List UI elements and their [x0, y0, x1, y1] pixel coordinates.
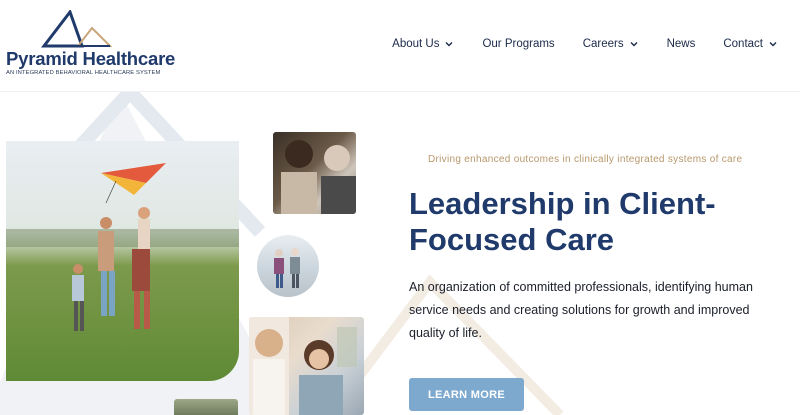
care-team-photo	[273, 132, 356, 214]
brand-tagline: AN INTEGRATED BEHAVIORAL HEALTHCARE SYST…	[6, 70, 161, 76]
family-kite-illustration	[6, 163, 239, 331]
chevron-down-icon	[445, 42, 453, 47]
nav-item-careers[interactable]: Careers	[583, 38, 639, 50]
chevron-down-icon	[769, 42, 777, 47]
page: Pyramid Healthcare AN INTEGRATED BEHAVIO…	[0, 0, 800, 415]
nav-item-about-us[interactable]: About Us	[392, 38, 454, 50]
nav-item-contact[interactable]: Contact	[723, 38, 778, 50]
pyramid-logo-icon	[40, 10, 113, 48]
nav-label: About Us	[392, 38, 440, 50]
chevron-down-icon	[630, 42, 638, 47]
nav-label: Careers	[582, 38, 624, 50]
counseling-session-illustration	[249, 317, 357, 415]
nav-item-our-programs[interactable]: Our Programs	[482, 38, 554, 50]
hero-description: An organization of committed professiona…	[409, 280, 753, 340]
counseling-session-photo	[249, 317, 364, 415]
nav-label: Contact	[723, 38, 763, 50]
nav-item-news[interactable]: News	[667, 38, 696, 50]
care-team-illustration	[281, 140, 356, 214]
site-header: Pyramid Healthcare AN INTEGRATED BEHAVIO…	[0, 0, 800, 92]
hero-tagline: Driving enhanced outcomes in clinically …	[428, 154, 743, 165]
bottom-partial-photo	[174, 399, 238, 415]
main-nav: About Us Our Programs Careers News Conta…	[364, 38, 778, 50]
hero-headline: Leadership in Client-Focused Care	[409, 186, 716, 257]
brand-name: Pyramid Healthcare	[6, 48, 176, 69]
learn-more-button[interactable]: LEARN MORE	[409, 378, 524, 411]
seniors-walking-illustration	[274, 248, 300, 288]
seniors-walking-photo	[257, 235, 319, 297]
family-kite-photo	[6, 141, 239, 381]
nav-label: News	[666, 38, 696, 50]
brand-logo[interactable]: Pyramid Healthcare AN INTEGRATED BEHAVIO…	[6, 10, 175, 76]
nav-label: Our Programs	[482, 38, 555, 50]
